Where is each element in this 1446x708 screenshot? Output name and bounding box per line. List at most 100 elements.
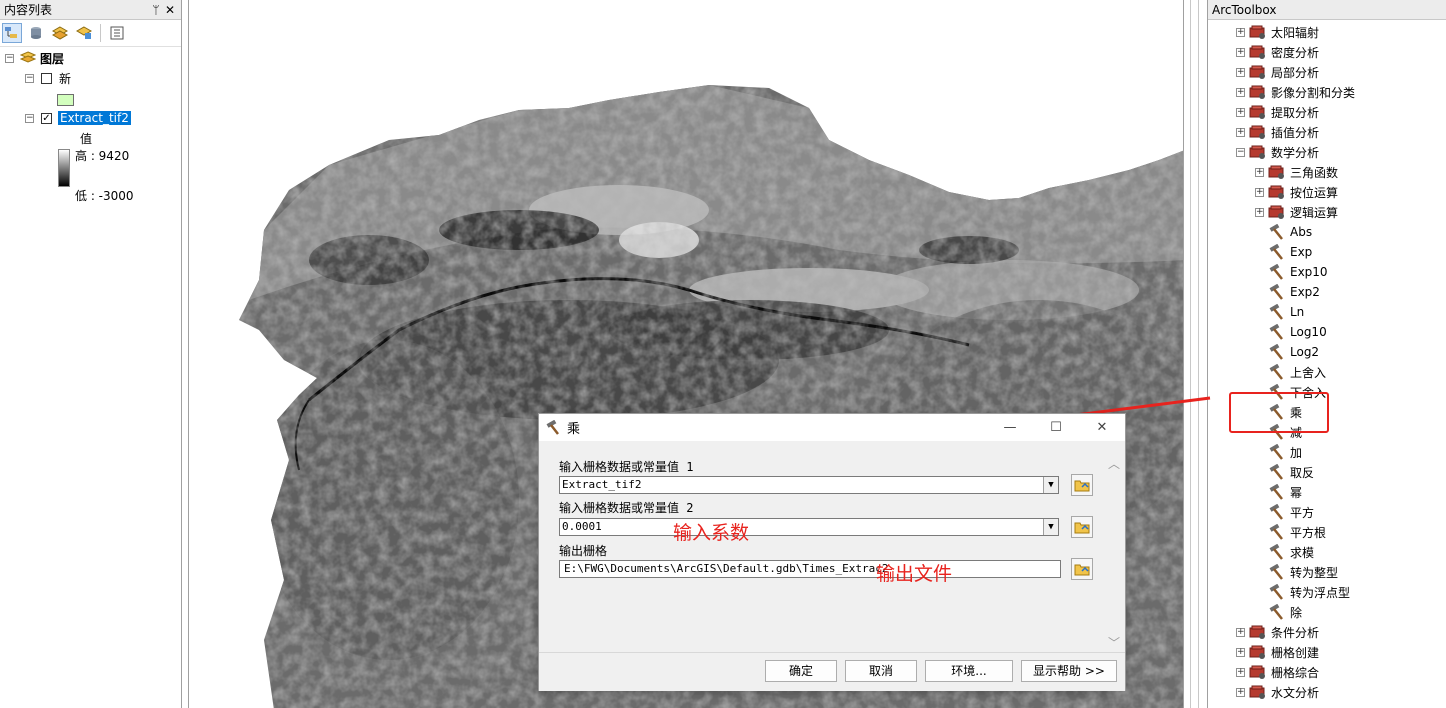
expand-toggle[interactable]: + <box>1255 167 1264 177</box>
tool-label: 乘 <box>1290 405 1303 420</box>
options-icon[interactable] <box>107 23 127 43</box>
hammer-icon <box>1268 464 1286 480</box>
list-by-source-icon[interactable] <box>26 23 46 43</box>
toolset-row[interactable]: + 三角函数 <box>1255 162 1338 182</box>
panel-splitter[interactable] <box>1184 0 1207 708</box>
collapse-toggle[interactable]: − <box>5 53 14 63</box>
tool-label: 条件分析 <box>1271 625 1320 640</box>
tool-row[interactable]: 加 <box>1268 442 1302 462</box>
expand-toggle[interactable]: + <box>1236 687 1245 697</box>
dialog-footer: 确定 取消 环境... 显示帮助 >> <box>539 652 1125 691</box>
legend-high: 高 : 9420 <box>75 148 130 163</box>
toolset-row[interactable]: + 提取分析 <box>1236 102 1319 122</box>
scroll-down-icon[interactable]: ﹀ <box>1105 634 1123 651</box>
collapse-toggle[interactable]: − <box>25 113 34 123</box>
param2-select[interactable]: 0.0001 ▼ <box>559 518 1059 536</box>
layers-root-row[interactable]: − 图层 <box>5 49 64 67</box>
close-icon[interactable]: ✕ <box>163 3 177 17</box>
expand-toggle[interactable]: + <box>1236 647 1245 657</box>
tool-row[interactable]: 上舍入 <box>1268 362 1326 382</box>
expand-toggle[interactable]: + <box>1236 47 1245 57</box>
param1-label: 输入栅格数据或常量值 1 <box>559 460 694 474</box>
tool-row[interactable]: Ln <box>1268 302 1304 322</box>
toolset-row[interactable]: + 太阳辐射 <box>1236 22 1319 42</box>
toolset-row[interactable]: + 密度分析 <box>1236 42 1319 62</box>
tool-row[interactable]: 求模 <box>1268 542 1314 562</box>
toolset-row[interactable]: + 栅格综合 <box>1236 662 1319 682</box>
toolset-row[interactable]: + 局部分析 <box>1236 62 1319 82</box>
expand-toggle[interactable]: + <box>1236 27 1245 37</box>
toolset-row[interactable]: + 影像分割和分类 <box>1236 82 1355 102</box>
expand-toggle[interactable]: + <box>1255 187 1264 197</box>
hammer-icon <box>1268 444 1286 460</box>
expand-toggle[interactable]: + <box>1236 67 1245 77</box>
toolset-row[interactable]: + 插值分析 <box>1236 122 1319 142</box>
expand-toggle[interactable]: + <box>1255 207 1264 217</box>
symbol-swatch[interactable] <box>57 94 74 106</box>
output-field[interactable]: E:\FWG\Documents\ArcGIS\Default.gdb\Time… <box>559 560 1061 578</box>
list-by-selection-icon[interactable] <box>74 23 94 43</box>
toolset-row[interactable]: + 逻辑运算 <box>1255 202 1338 222</box>
tool-row[interactable]: 转为浮点型 <box>1268 582 1350 602</box>
tool-label: 转为整型 <box>1290 565 1339 580</box>
browse-folder-button-2[interactable] <box>1071 516 1093 538</box>
visibility-checkbox[interactable] <box>41 72 52 84</box>
tool-row[interactable]: Abs <box>1268 222 1312 242</box>
pin-icon[interactable]: ᛘ <box>149 3 163 17</box>
tool-row[interactable]: 取反 <box>1268 462 1314 482</box>
toolset-row[interactable]: + 按位运算 <box>1255 182 1338 202</box>
browse-folder-button-1[interactable] <box>1071 474 1093 496</box>
scroll-up-icon[interactable]: ︿ <box>1105 455 1123 472</box>
dialog-scrollbar[interactable]: ︿ ﹀ <box>1105 455 1123 651</box>
tool-row[interactable]: 减 <box>1268 422 1302 442</box>
folder-icon <box>1074 562 1090 576</box>
dialog-titlebar[interactable]: 乘 — ☐ ✕ <box>539 414 1125 441</box>
cancel-button[interactable]: 取消 <box>845 660 917 682</box>
expand-toggle[interactable]: + <box>1236 127 1245 137</box>
color-ramp[interactable] <box>58 149 70 187</box>
tool-label: 上舍入 <box>1290 365 1327 380</box>
visibility-checkbox[interactable]: ✓ <box>41 112 52 124</box>
toolset-row[interactable]: + 条件分析 <box>1236 622 1319 642</box>
tool-row[interactable]: 下舍入 <box>1268 382 1326 402</box>
show-help-button[interactable]: 显示帮助 >> <box>1021 660 1117 682</box>
maximize-button[interactable]: ☐ <box>1033 420 1079 435</box>
hammer-icon <box>1268 344 1286 360</box>
chevron-down-icon[interactable]: ▼ <box>1043 519 1058 535</box>
tool-row[interactable]: 转为整型 <box>1268 562 1338 582</box>
tool-row[interactable]: Exp10 <box>1268 262 1328 282</box>
layer-row-xin[interactable]: − 新 <box>25 69 71 87</box>
list-by-drawing-order-icon[interactable] <box>2 23 22 43</box>
folder-icon <box>1074 478 1090 492</box>
param1-select[interactable]: Extract_tif2 ▼ <box>559 476 1059 494</box>
list-by-visibility-icon[interactable] <box>50 23 70 43</box>
toolset-row[interactable]: − 数学分析 <box>1236 142 1319 162</box>
expand-toggle[interactable]: + <box>1236 627 1245 637</box>
tool-row[interactable]: 平方根 <box>1268 522 1326 542</box>
collapse-toggle[interactable]: − <box>25 73 34 83</box>
tool-row[interactable]: Exp <box>1268 242 1312 262</box>
layer-row-extract[interactable]: − ✓ Extract_tif2 <box>25 109 131 127</box>
expand-toggle[interactable]: + <box>1236 107 1245 117</box>
browse-folder-button-3[interactable] <box>1071 558 1093 580</box>
tool-row[interactable]: Log2 <box>1268 342 1319 362</box>
tool-label: 影像分割和分类 <box>1271 85 1356 100</box>
tool-row[interactable]: 平方 <box>1268 502 1314 522</box>
tool-row[interactable]: Exp2 <box>1268 282 1320 302</box>
expand-toggle[interactable]: − <box>1236 147 1245 157</box>
minimize-button[interactable]: — <box>987 420 1033 435</box>
legend-title: 值 <box>80 131 93 146</box>
expand-toggle[interactable]: + <box>1236 667 1245 677</box>
toolset-icon <box>1268 165 1286 179</box>
chevron-down-icon[interactable]: ▼ <box>1043 477 1058 493</box>
tool-row[interactable]: Log10 <box>1268 322 1327 342</box>
close-button[interactable]: ✕ <box>1079 420 1125 435</box>
ok-button[interactable]: 确定 <box>765 660 837 682</box>
tool-row[interactable]: 乘 <box>1268 402 1302 422</box>
tool-row[interactable]: 幂 <box>1268 482 1302 502</box>
expand-toggle[interactable]: + <box>1236 87 1245 97</box>
environments-button[interactable]: 环境... <box>925 660 1013 682</box>
toolset-row[interactable]: + 栅格创建 <box>1236 642 1319 662</box>
tool-row[interactable]: 除 <box>1268 602 1302 622</box>
toolset-row[interactable]: + 水文分析 <box>1236 682 1319 702</box>
